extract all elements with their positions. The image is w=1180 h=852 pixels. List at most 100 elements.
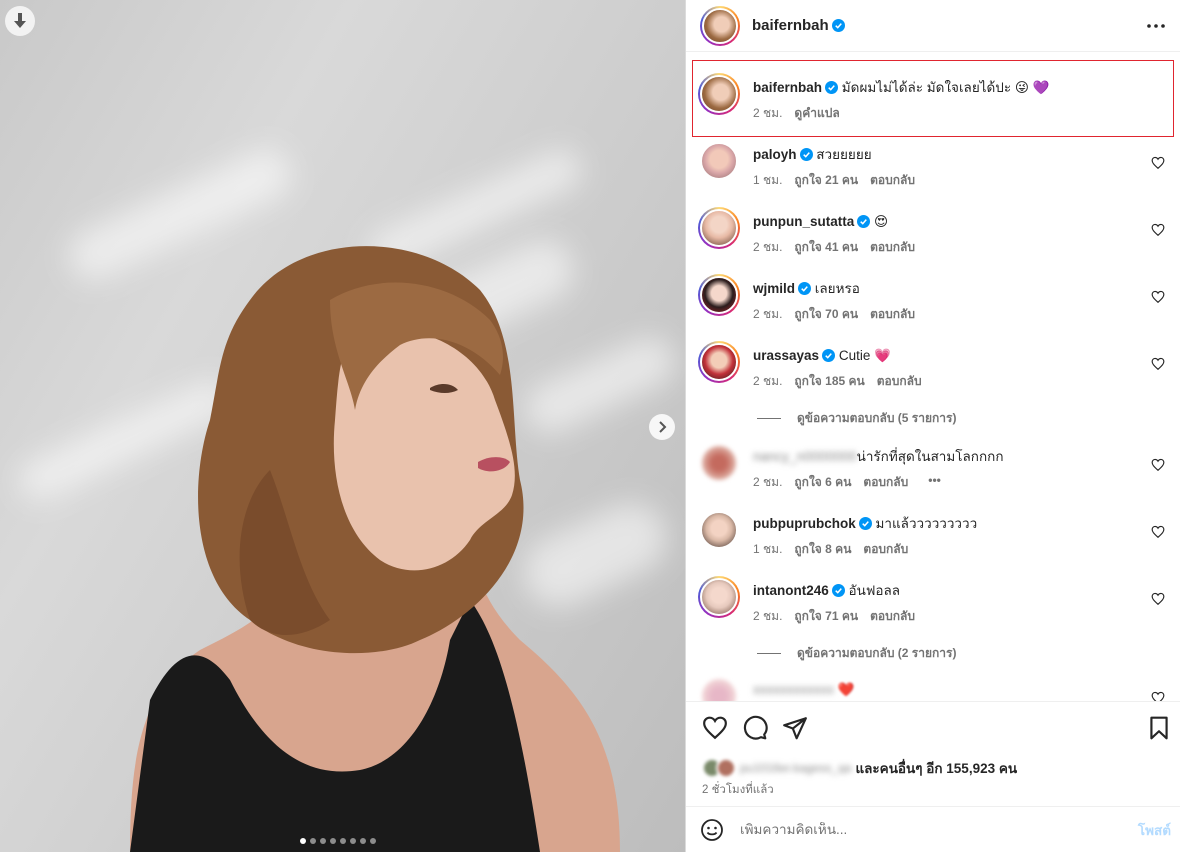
comment-time[interactable]: 2 ชม. (753, 372, 782, 391)
comment-likes[interactable]: ถูกใจ 6 คน (794, 473, 851, 492)
comment-item: urassayas Cutie 💗 2 ชม. ถูกใจ 185 คน ตอบกล… (698, 341, 1173, 391)
avatar[interactable] (698, 73, 740, 115)
comment-text: สวยยยยย (816, 147, 872, 162)
comment-item: punpun_sutatta 😍 2 ชม. ถูกใจ 41 คน ตอบกลับ (698, 207, 1173, 257)
next-slide-button[interactable] (649, 414, 675, 440)
avatar[interactable] (698, 509, 740, 551)
comment-text: มาแล้ววววววววว (875, 516, 978, 531)
view-replies-button[interactable]: ดูข้อความตอบกลับ (2 รายการ) (757, 644, 956, 663)
comment-likes[interactable]: ถูกใจ 71 คน (794, 607, 858, 626)
avatar[interactable] (698, 207, 740, 249)
download-button[interactable] (5, 6, 35, 36)
comment-likes[interactable]: ถูกใจ 21 คน (794, 171, 858, 190)
heart-icon[interactable] (1151, 525, 1165, 539)
heart-icon[interactable] (1151, 458, 1165, 472)
comment-likes[interactable]: ถูกใจ 70 คน (794, 305, 858, 324)
comment-likes[interactable]: ถูกใจ 41 คน (794, 238, 858, 257)
carousel-dot (360, 838, 366, 844)
reply-button[interactable]: ตอบกลับ (877, 372, 922, 391)
comment-likes[interactable]: ถูกใจ 185 คน (794, 372, 864, 391)
comment-username[interactable]: xxxxxxxxxxxx (753, 682, 834, 697)
comment-time[interactable]: 2 ชม. (753, 238, 782, 257)
author-avatar[interactable] (700, 5, 740, 46)
likes-count-text[interactable]: และคนอื่นๆ อีก 155,923 คน (855, 757, 1017, 779)
carousel-dot (320, 838, 326, 844)
reply-button[interactable]: ตอบกลับ (870, 305, 915, 324)
likers-names[interactable]: pu1016er.kagess_qa (740, 761, 851, 775)
comment-more-button[interactable]: ••• (928, 473, 941, 492)
caption-username[interactable]: baifernbah (753, 80, 822, 95)
post-photo (0, 0, 685, 852)
verified-badge-icon (831, 584, 845, 597)
avatar[interactable] (698, 576, 740, 618)
more-options-button[interactable] (1144, 14, 1168, 38)
comment-composer: โพสต์ (686, 806, 1180, 852)
like-heart-icon[interactable] (702, 715, 728, 741)
carousel-dot (330, 838, 336, 844)
heart-icon[interactable] (1151, 290, 1165, 304)
chevron-right-icon (659, 421, 667, 433)
avatar[interactable] (698, 140, 740, 182)
author-username-text[interactable]: baifernbah (752, 17, 829, 34)
view-replies-button[interactable]: ดูข้อความตอบกลับ (5 รายการ) (757, 409, 956, 428)
post-time-ago[interactable]: 2 ชั่วโมงที่แล้ว (702, 781, 774, 799)
comment-username[interactable]: wjmild (753, 281, 795, 296)
comment-username[interactable]: intanont246 (753, 583, 829, 598)
avatar[interactable] (698, 675, 740, 701)
comment-item: xxxxxxxxxxxx ❤️ (698, 675, 1173, 701)
reply-button[interactable]: ตอบกลับ (863, 540, 908, 559)
avatar[interactable] (698, 442, 740, 484)
comments-list[interactable]: baifernbah มัดผมไม่ได้ล่ะ มัดใจเลยได้ปะ … (686, 53, 1180, 701)
replies-divider (757, 653, 781, 654)
reply-button[interactable]: ตอบกลับ (870, 238, 915, 257)
comment-item: wjmild เลยหรอ 2 ชม. ถูกใจ 70 คน ตอบกลับ (698, 274, 1173, 324)
post-comment-button[interactable]: โพสต์ (1138, 819, 1171, 841)
heart-icon[interactable] (1151, 691, 1165, 701)
comment-input[interactable] (740, 822, 1100, 837)
comment-bubble-icon[interactable] (742, 715, 768, 741)
comment-item: paloyh สวยยยยย 1 ชม. ถูกใจ 21 คน ตอบกลับ (698, 140, 1173, 190)
heart-icon[interactable] (1151, 156, 1165, 170)
comment-text: อันฟอลล (848, 583, 901, 598)
caption-time[interactable]: 2 ชม. (753, 104, 782, 123)
avatar[interactable] (698, 341, 740, 383)
comment-likes[interactable]: ถูกใจ 8 คน (794, 540, 851, 559)
comment-username[interactable]: nancy_n0000000 (753, 449, 857, 464)
comment-time[interactable]: 2 ชม. (753, 305, 782, 324)
liker-avatar (716, 758, 736, 778)
likes-summary[interactable]: pu1016er.kagess_qa และคนอื่นๆ อีก 155,92… (702, 757, 1017, 779)
comment-text: ❤️ (837, 682, 855, 697)
reply-button[interactable]: ตอบกลับ (863, 473, 908, 492)
heart-icon[interactable] (1151, 592, 1165, 606)
carousel-dots (300, 838, 376, 844)
avatar[interactable] (698, 274, 740, 316)
comment-username[interactable]: paloyh (753, 147, 797, 162)
verified-badge-icon (798, 282, 812, 295)
action-bar: pu1016er.kagess_qa และคนอื่นๆ อีก 155,92… (686, 701, 1180, 806)
author-username[interactable]: baifernbah (752, 17, 845, 34)
verified-badge-icon (831, 19, 845, 32)
heart-icon[interactable] (1151, 357, 1165, 371)
share-paper-plane-icon[interactable] (782, 715, 808, 741)
view-replies-label[interactable]: ดูข้อความตอบกลับ (2 รายการ) (797, 644, 956, 663)
woman-portrait-illustration (130, 246, 620, 852)
comment-text: 😍 (874, 214, 889, 229)
comment-time[interactable]: 2 ชม. (753, 473, 782, 492)
comment-text: เลยหรอ (814, 281, 860, 296)
reply-button[interactable]: ตอบกลับ (870, 171, 915, 190)
heart-icon[interactable] (1151, 223, 1165, 237)
comment-time[interactable]: 2 ชม. (753, 607, 782, 626)
more-horizontal-icon (1147, 24, 1165, 28)
post-side-panel: baifernbah baifernbah มัดผมไม่ได้ล่ะ มัด… (685, 0, 1180, 852)
comment-username[interactable]: pubpuprubchok (753, 516, 856, 531)
translate-link[interactable]: ดูคำแปล (794, 104, 839, 123)
comment-time[interactable]: 1 ชม. (753, 540, 782, 559)
reply-button[interactable]: ตอบกลับ (870, 607, 915, 626)
view-replies-label[interactable]: ดูข้อความตอบกลับ (5 รายการ) (797, 409, 956, 428)
comment-time[interactable]: 1 ชม. (753, 171, 782, 190)
caption-text: มัดผมไม่ได้ล่ะ มัดใจเลยได้ปะ 😜 💜 (841, 80, 1050, 95)
comment-username[interactable]: urassayas (753, 348, 819, 363)
comment-username[interactable]: punpun_sutatta (753, 214, 854, 229)
emoji-icon[interactable] (700, 818, 724, 842)
bookmark-icon[interactable] (1146, 715, 1172, 741)
